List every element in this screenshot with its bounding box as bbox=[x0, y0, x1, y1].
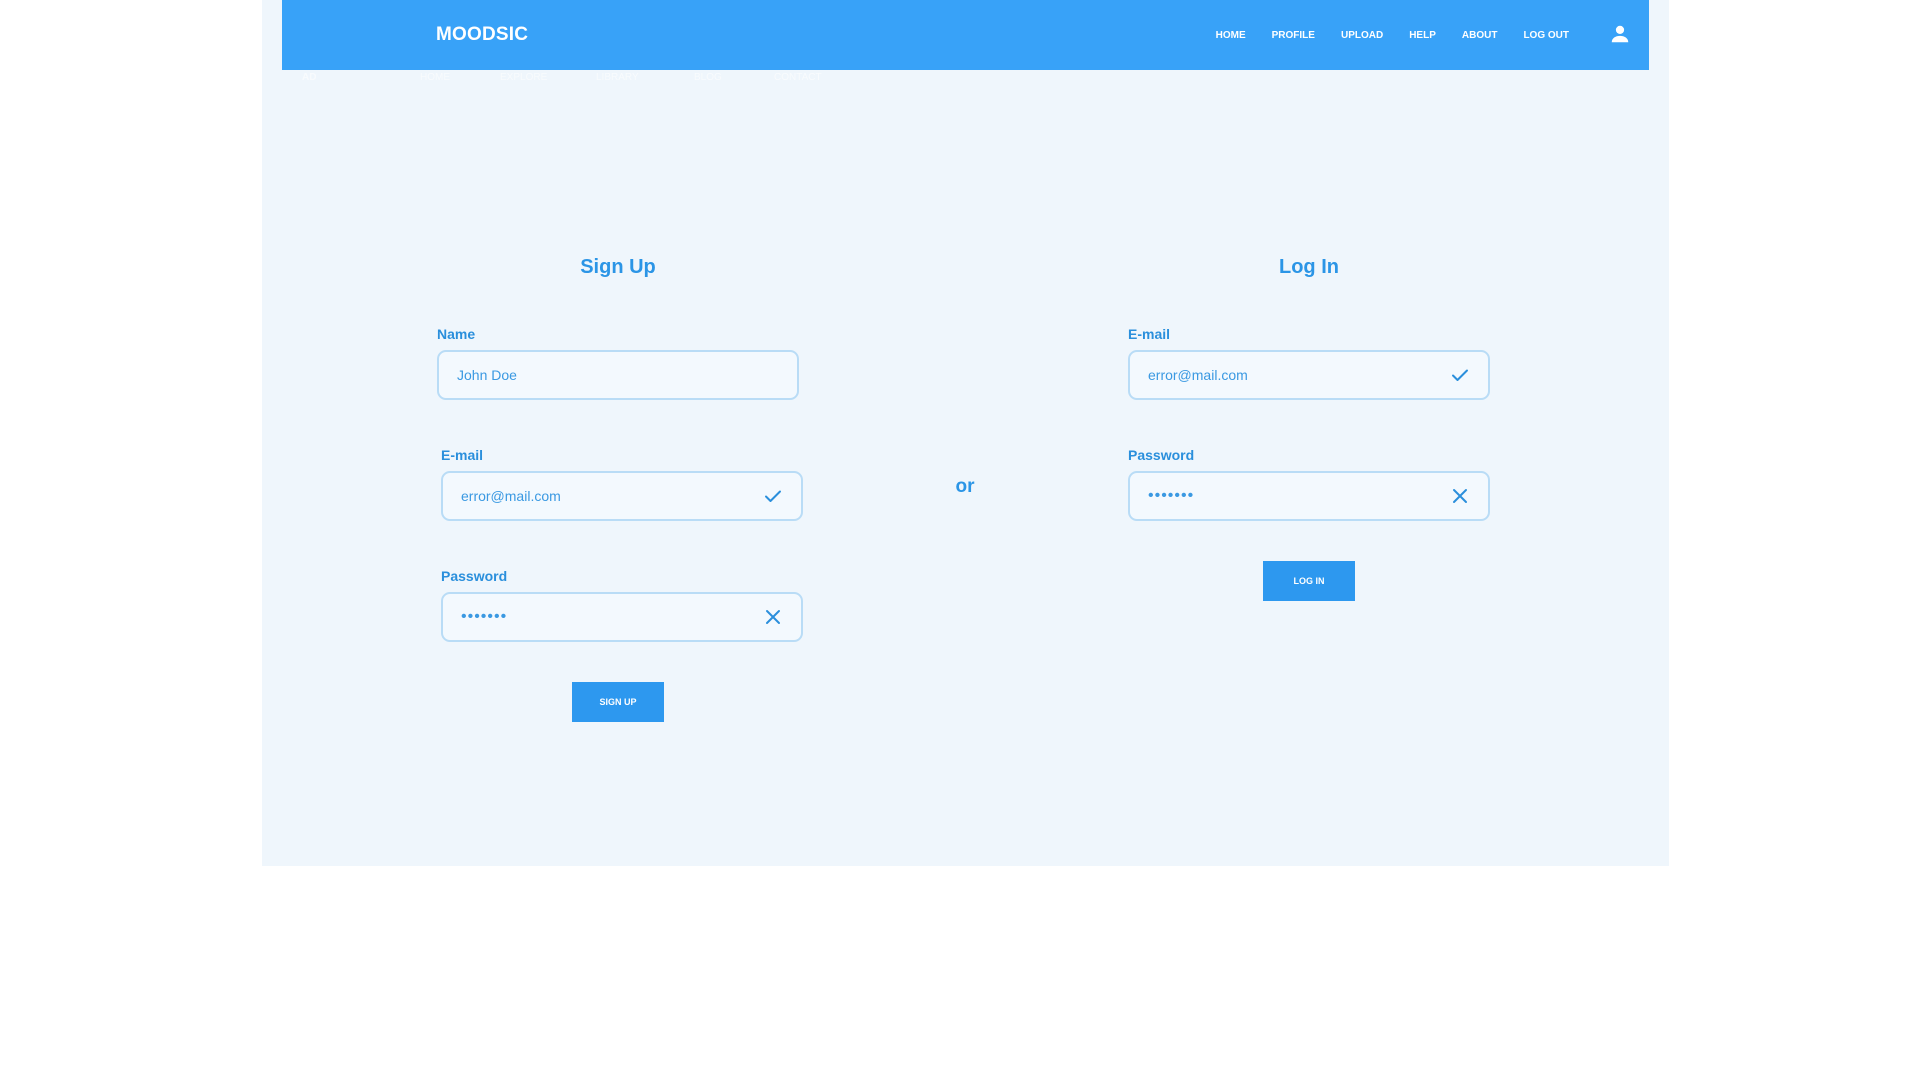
signup-password-value: ••••••• bbox=[461, 608, 508, 625]
signup-name-value: John Doe bbox=[457, 367, 517, 383]
ghost-nav-item: LIBRARY bbox=[596, 72, 639, 83]
signup-email-label: E-mail bbox=[441, 447, 484, 463]
signup-email-value: error@mail.com bbox=[461, 488, 561, 504]
signup-password-label: Password bbox=[441, 568, 508, 584]
ghost-nav-item: CONTACT bbox=[774, 72, 822, 83]
check-icon bbox=[765, 490, 781, 502]
nav-about[interactable]: ABOUT bbox=[1462, 30, 1498, 41]
close-icon[interactable] bbox=[763, 607, 783, 627]
close-icon[interactable] bbox=[1450, 486, 1470, 506]
check-icon bbox=[1452, 369, 1468, 381]
login-email-value: error@mail.com bbox=[1148, 367, 1248, 383]
nav-upload[interactable]: UPLOAD bbox=[1341, 30, 1383, 41]
ghost-nav-item: EXPLORE bbox=[500, 72, 548, 83]
top-navigation-bar: MOODSIC HOME PROFILE UPLOAD HELP ABOUT L… bbox=[282, 0, 1649, 70]
login-password-field[interactable]: ••••••• bbox=[1128, 471, 1490, 521]
nav-help[interactable]: HELP bbox=[1409, 30, 1436, 41]
signup-title: Sign Up bbox=[580, 256, 656, 278]
user-icon[interactable] bbox=[1609, 23, 1631, 45]
ghost-navigation-row: AD HOME EXPLORE LIBRARY BLOG CONTACT bbox=[282, 70, 1649, 90]
signup-password-field[interactable]: ••••••• bbox=[441, 592, 803, 642]
log-in-button[interactable]: LOG IN bbox=[1263, 561, 1355, 601]
login-password-value: ••••••• bbox=[1148, 487, 1195, 504]
login-email-label: E-mail bbox=[1128, 326, 1171, 342]
brand-logo[interactable]: MOODSIC bbox=[436, 0, 528, 70]
nav-home[interactable]: HOME bbox=[1216, 30, 1246, 41]
ghost-logo: AD bbox=[302, 72, 317, 83]
login-title: Log In bbox=[1279, 256, 1339, 278]
or-separator: or bbox=[955, 476, 975, 497]
signup-email-field[interactable]: error@mail.com bbox=[441, 471, 803, 521]
login-email-field[interactable]: error@mail.com bbox=[1128, 350, 1490, 400]
ghost-nav-item: HOME bbox=[420, 72, 450, 83]
signup-name-field[interactable]: John Doe bbox=[437, 350, 799, 400]
login-password-label: Password bbox=[1128, 447, 1195, 463]
ghost-nav-item: BLOG bbox=[694, 72, 722, 83]
page-background bbox=[262, 0, 1669, 866]
nav-profile[interactable]: PROFILE bbox=[1272, 30, 1315, 41]
sign-up-button[interactable]: SIGN UP bbox=[572, 682, 664, 722]
main-nav: HOME PROFILE UPLOAD HELP ABOUT LOG OUT bbox=[1190, 0, 1569, 70]
signup-name-label: Name bbox=[437, 326, 476, 342]
nav-log-out[interactable]: LOG OUT bbox=[1523, 30, 1569, 41]
